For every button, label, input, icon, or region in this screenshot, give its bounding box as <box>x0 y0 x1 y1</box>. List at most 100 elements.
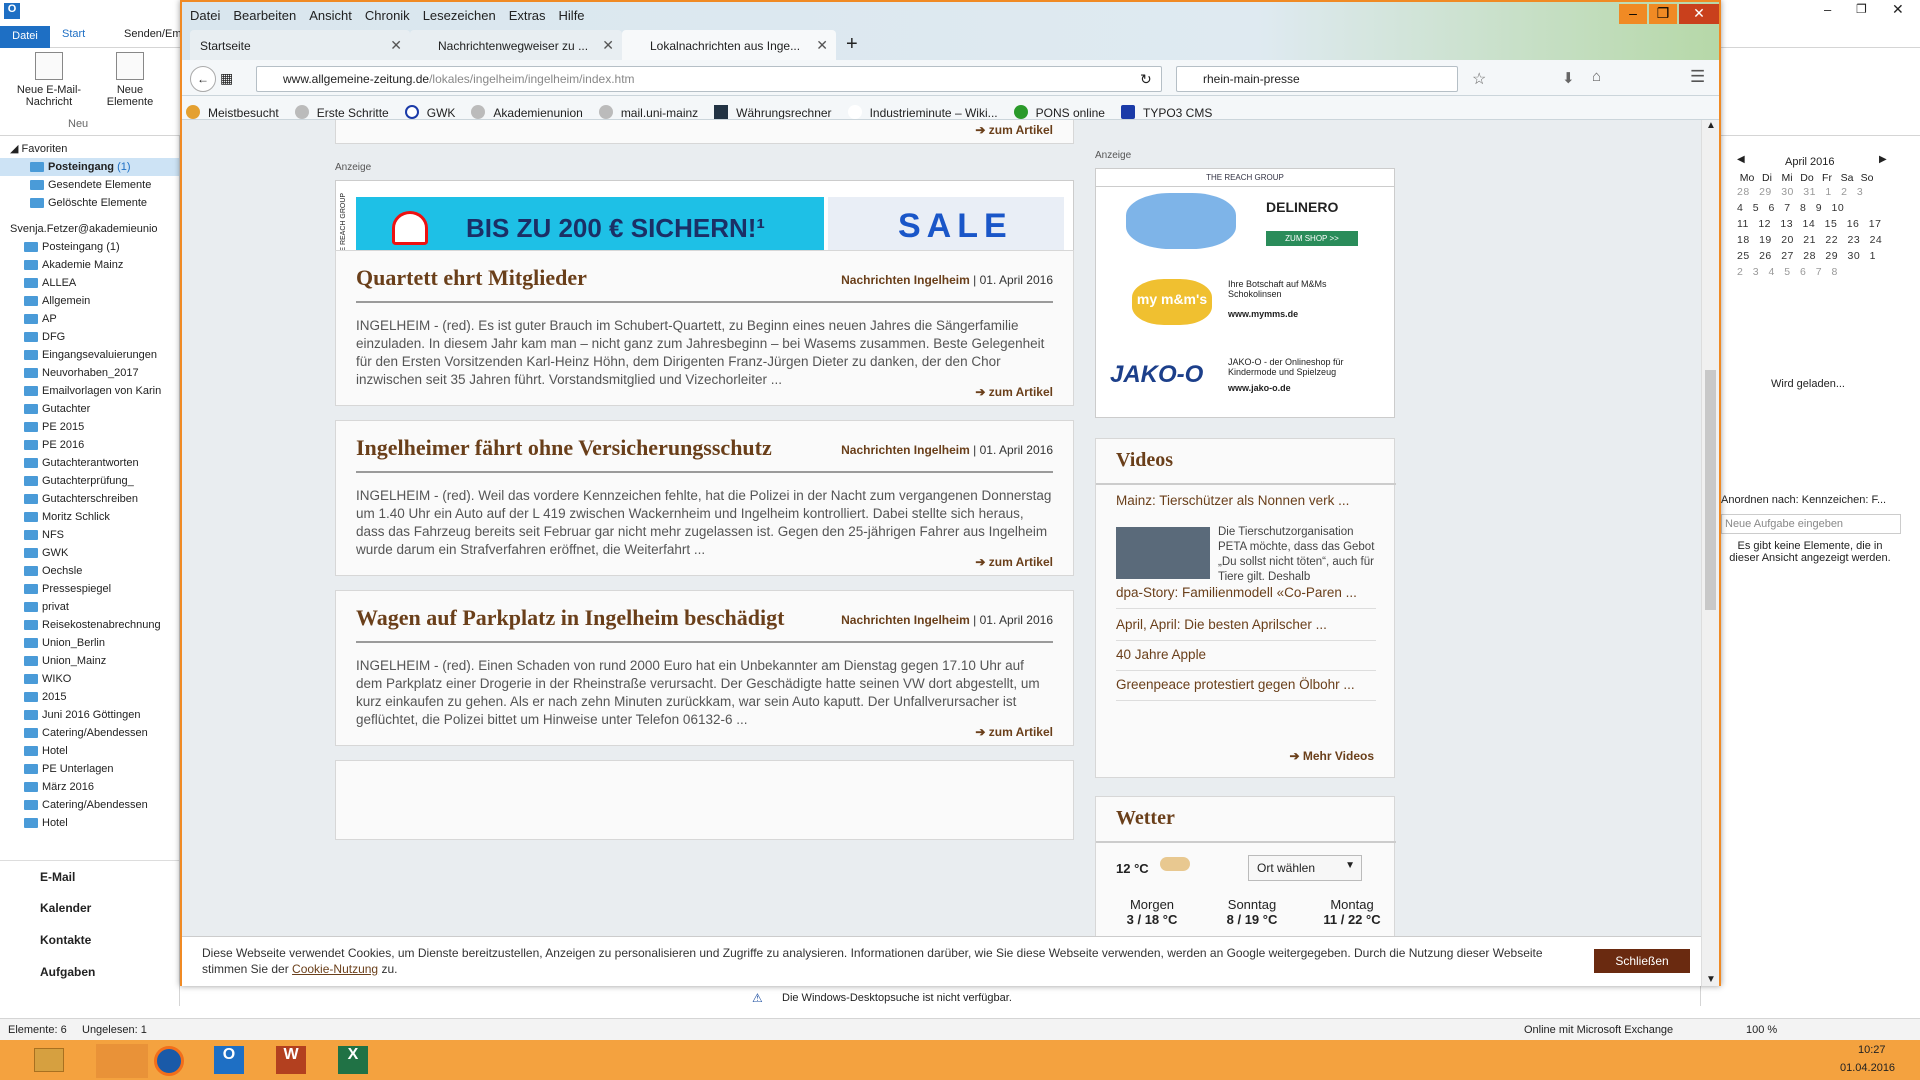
back-icon[interactable]: ← <box>190 66 216 92</box>
folder-item[interactable]: Eingangsevaluierungen <box>24 346 179 364</box>
folder-item[interactable]: DFG <box>24 328 179 346</box>
minimize-icon[interactable]: – <box>1619 4 1647 24</box>
folder-item[interactable]: Hotel <box>24 742 179 760</box>
folder-item[interactable]: Allgemein <box>24 292 179 310</box>
url-bar[interactable]: www.allgemeine-zeitung.de/lokales/ingelh… <box>256 66 1162 92</box>
folder-item[interactable]: Gutachterprüfung_ <box>24 472 179 490</box>
folder-item[interactable]: Gutachter <box>24 400 179 418</box>
bookmark-meistbesucht[interactable]: Meistbesucht <box>182 96 291 119</box>
menu-hilfe[interactable]: Hilfe <box>551 2 590 23</box>
folder-item[interactable]: ALLEA <box>24 274 179 292</box>
folder-item[interactable]: Moritz Schlick <box>24 508 179 526</box>
nav-tasks[interactable]: Aufgaben <box>0 956 179 988</box>
folder-item[interactable]: Juni 2016 Göttingen <box>24 706 179 724</box>
bookmark-industrieminute[interactable]: Industrieminute – Wiki... <box>844 96 1010 119</box>
calendar-week[interactable]: 2 3 4 5 6 7 8 <box>1737 264 1897 280</box>
folder-item[interactable]: Catering/Abendessen <box>24 796 179 814</box>
tab-datei[interactable]: Datei <box>0 26 50 48</box>
cookie-close-button[interactable]: Schließen <box>1594 949 1690 973</box>
read-more-link[interactable]: ➔ zum Artikel <box>975 555 1053 569</box>
more-videos-link[interactable]: ➔ Mehr Videos <box>1289 749 1374 763</box>
minimize-icon[interactable]: – <box>1824 2 1831 17</box>
location-select[interactable]: Ort wählen ▼ <box>1248 855 1362 881</box>
bookmark-erste-schritte[interactable]: Erste Schritte <box>291 96 401 119</box>
folder-item[interactable]: Union_Mainz <box>24 652 179 670</box>
account-header[interactable]: Svenja.Fetzer@akademieunio <box>10 220 179 238</box>
article-title[interactable]: Wagen auf Parkplatz in Ingelheim beschäd… <box>356 605 784 631</box>
calendar-week[interactable]: 4 5 6 7 8 9 10 <box>1737 200 1897 216</box>
downloads-icon[interactable]: ⬇ <box>1562 69 1575 87</box>
article-section[interactable]: Nachrichten Ingelheim <box>841 443 970 457</box>
word-task-icon[interactable]: W <box>276 1046 306 1074</box>
tasks-sort[interactable]: Anordnen nach: Kennzeichen: F... <box>1721 494 1886 506</box>
folder-item[interactable]: März 2016 <box>24 778 179 796</box>
folder-item[interactable]: Oechsle <box>24 562 179 580</box>
outlook-task-icon[interactable]: O <box>214 1046 244 1074</box>
tab-start[interactable]: Start <box>62 28 85 40</box>
menu-chronik[interactable]: Chronik <box>357 2 415 23</box>
folder-item[interactable]: 2015 <box>24 688 179 706</box>
folder-item[interactable]: PE 2015 <box>24 418 179 436</box>
calendar-week[interactable]: 28 29 30 31 1 2 3 <box>1737 184 1897 200</box>
home-icon[interactable]: ⌂ <box>1592 68 1601 85</box>
folder-item[interactable]: Union_Berlin <box>24 634 179 652</box>
bookmark-typo3[interactable]: TYPO3 CMS <box>1117 96 1224 119</box>
video-link[interactable]: 40 Jahre Apple <box>1116 647 1376 671</box>
close-icon[interactable]: ✕ <box>1892 1 1904 18</box>
folder-item[interactable]: Emailvorlagen von Karin <box>24 382 179 400</box>
tab-startseite[interactable]: Startseite ✕ <box>190 30 410 60</box>
menu-bearbeiten[interactable]: Bearbeiten <box>225 2 301 23</box>
shop-button[interactable]: ZUM SHOP >> <box>1266 231 1358 246</box>
jako-url[interactable]: www.jako-o.de <box>1228 383 1291 393</box>
folder-item[interactable]: Reisekostenabrechnung <box>24 616 179 634</box>
calendar-week[interactable]: 18 19 20 21 22 23 24 <box>1737 232 1897 248</box>
folder-item[interactable]: Pressespiegel <box>24 580 179 598</box>
tab-close-icon[interactable]: ✕ <box>816 37 828 54</box>
read-more-link[interactable]: ➔ zum Artikel <box>975 123 1053 137</box>
article-section[interactable]: Nachrichten Ingelheim <box>841 273 970 287</box>
next-month-icon[interactable]: ▶ <box>1879 154 1887 165</box>
video-link[interactable]: dpa-Story: Familienmodell «Co-Paren ... <box>1116 585 1376 609</box>
sidebar-ad[interactable]: THE REACH GROUP DELINERO ZUM SHOP >> my … <box>1095 168 1395 418</box>
folder-item[interactable]: AP <box>24 310 179 328</box>
bookmark-gwk[interactable]: GWK <box>401 96 468 119</box>
calendar-week[interactable]: 25 26 27 28 29 30 1 <box>1737 248 1897 264</box>
mm-url[interactable]: www.mymms.de <box>1228 309 1298 319</box>
article-title[interactable]: Quartett ehrt Mitglieder <box>356 265 587 291</box>
favorite-inbox[interactable]: Posteingang (1) <box>0 158 179 176</box>
tab-lokalnachrichten[interactable]: Lokalnachrichten aus Inge... ✕ <box>622 30 836 60</box>
read-more-link[interactable]: ➔ zum Artikel <box>975 385 1053 399</box>
clock-time[interactable]: 10:27 <box>1858 1044 1886 1056</box>
menu-datei[interactable]: Datei <box>182 2 225 23</box>
tab-nachrichtenwegweiser[interactable]: Nachrichtenwegweiser zu ... ✕ <box>410 30 622 60</box>
firefox-task-icon[interactable] <box>96 1044 148 1078</box>
favorite-deleted[interactable]: Gelöschte Elemente <box>10 194 179 212</box>
date-picker[interactable]: Mo Di Mi Do Fr Sa So 28 29 30 31 1 2 34 5 6 7 8… <box>1737 172 1897 280</box>
clock-date[interactable]: 01.04.2016 <box>1840 1062 1895 1074</box>
tab-senden[interactable]: Senden/Em <box>124 28 181 40</box>
favorite-sent[interactable]: Gesendete Elemente <box>10 176 179 194</box>
prev-month-icon[interactable]: ◀ <box>1737 154 1745 165</box>
folder-item[interactable]: Gutachterantworten <box>24 454 179 472</box>
bookmark-pons[interactable]: PONS online <box>1010 96 1117 119</box>
bookmark-mail-uni-mainz[interactable]: mail.uni-mainz <box>595 96 710 119</box>
video-link[interactable]: April, April: Die besten Aprilscher ... <box>1116 617 1376 641</box>
scroll-up-icon[interactable]: ▲ <box>1706 120 1716 131</box>
menu-icon[interactable]: ☰ <box>1690 67 1705 87</box>
video-thumbnail[interactable] <box>1116 527 1210 579</box>
reload-icon[interactable]: ↻ <box>1140 71 1152 88</box>
folder-item[interactable]: Gutachterschreiben <box>24 490 179 508</box>
video-link[interactable]: Mainz: Tierschützer als Nonnen verk ... <box>1116 493 1376 516</box>
new-tab-icon[interactable]: + <box>846 33 858 56</box>
maximize-icon[interactable]: ❐ <box>1649 4 1677 24</box>
article-section[interactable]: Nachrichten Ingelheim <box>841 613 970 627</box>
bookmark-akademienunion[interactable]: Akademienunion <box>467 96 594 119</box>
nav-calendar[interactable]: Kalender <box>0 892 179 924</box>
folder-item[interactable]: GWK <box>24 544 179 562</box>
menu-lesezeichen[interactable]: Lesezeichen <box>415 2 501 23</box>
folder-item[interactable]: WIKO <box>24 670 179 688</box>
explorer-task-icon[interactable] <box>34 1048 64 1072</box>
new-items-button[interactable]: Neue Elemente <box>100 52 160 108</box>
folder-item[interactable]: Neuvorhaben_2017 <box>24 364 179 382</box>
search-input[interactable]: rhein-main-presse <box>1176 66 1458 92</box>
